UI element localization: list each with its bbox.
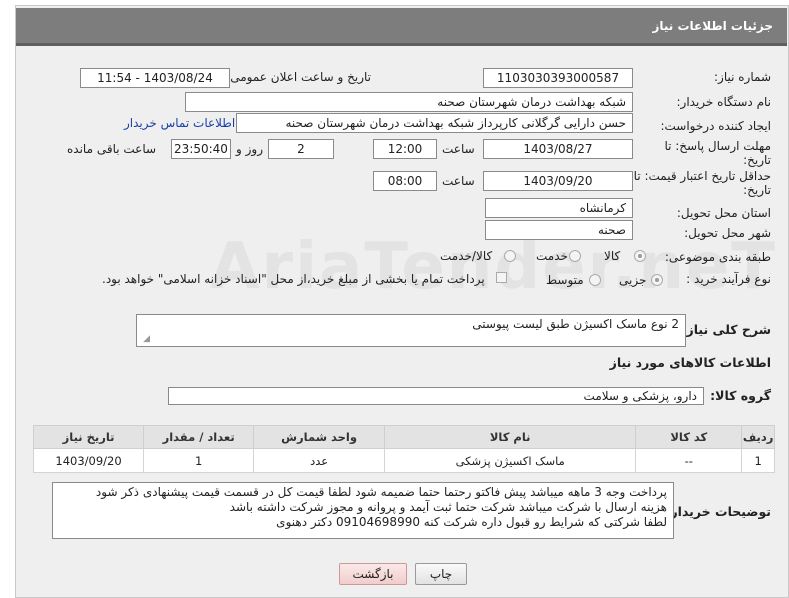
category-radio-goods[interactable] <box>634 250 646 262</box>
reply-deadline-label-2: تاریخ: <box>743 153 771 167</box>
price-validity-label: حداقل تاریخ اعتبار قیمت: تا <box>633 169 771 183</box>
purchase-radio-medium[interactable] <box>589 274 601 286</box>
category-option-both: کالا/خدمت <box>440 249 493 263</box>
buyer-notes-textarea[interactable]: پرداخت وجه 3 ماهه میباشد پیش فاکتو رحتما… <box>52 482 674 539</box>
goods-group-label: گروه کالا: <box>710 388 771 403</box>
purchase-option-medium: متوسط <box>546 273 584 287</box>
col-index: ردیف <box>741 425 775 449</box>
city-field: صحنه <box>485 220 633 240</box>
buyer-notes-line-1: پرداخت وجه 3 ماهه میباشد پیش فاکتو رحتما… <box>95 485 667 499</box>
col-code: کد کالا <box>635 425 743 449</box>
category-radio-both[interactable] <box>504 250 516 262</box>
treasury-payment-note: پرداخت تمام یا بخشی از مبلغ خرید،از محل … <box>102 272 485 286</box>
description-label: شرح کلی نیاز: <box>681 322 771 337</box>
announce-datetime-field: 1403/08/24 - 11:54 <box>80 68 230 88</box>
validity-time-field: 08:00 <box>373 171 437 191</box>
cell-unit: عدد <box>253 448 386 473</box>
buyer-org-label: نام دستگاه خریدار: <box>676 95 772 109</box>
cell-code: -- <box>635 448 743 473</box>
contact-buyer-link[interactable]: اطلاعات تماس خریدار <box>124 116 235 130</box>
reply-deadline-label: مهلت ارسال پاسخ: تا <box>664 139 771 153</box>
category-option-service: خدمت <box>536 249 568 263</box>
validity-time-label: ساعت <box>442 174 475 188</box>
requester-field: حسن دارایی گرگلانی کارپرداز شبکه بهداشت … <box>236 113 633 133</box>
category-radio-service[interactable] <box>569 250 581 262</box>
panel-header: جزئیات اطلاعات نیاز <box>16 8 787 46</box>
reply-time-label: ساعت <box>442 142 475 156</box>
validity-date-field: 1403/09/20 <box>483 171 633 191</box>
province-field: کرمانشاه <box>485 198 633 218</box>
reply-date-field: 1403/08/27 <box>483 139 633 159</box>
resize-grip-icon[interactable]: ◢ <box>140 334 150 344</box>
back-button[interactable]: بازگشت <box>339 563 407 585</box>
city-label: شهر محل تحویل: <box>684 226 771 240</box>
cell-date: 1403/09/20 <box>32 448 145 473</box>
announce-label: تاریخ و ساعت اعلان عمومی: <box>226 70 371 84</box>
col-name: نام کالا <box>384 425 637 449</box>
reply-time-field: 12:00 <box>373 139 437 159</box>
page-title: جزئیات اطلاعات نیاز <box>652 19 773 33</box>
need-number-field: 1103030393000587 <box>483 68 633 88</box>
price-validity-label-2: تاریخ: <box>743 183 771 197</box>
purchase-radio-minor[interactable] <box>651 274 663 286</box>
purchase-type-label: نوع فرآیند خرید : <box>686 272 771 286</box>
goods-group-field: دارو، پزشکی و سلامت <box>168 387 704 405</box>
purchase-option-minor: جزیی <box>619 273 647 287</box>
table-row: 1 -- ماسک اکسیژن پزشکی عدد 1 1403/09/20 <box>32 448 775 473</box>
description-textarea[interactable]: 2 نوع ماسک اکسیژن طبق لیست پیوستی ◢ <box>136 314 686 347</box>
cell-index: 1 <box>741 448 775 473</box>
need-number-label: شماره نیاز: <box>714 70 771 84</box>
col-qty: تعداد / مقدار <box>143 425 255 449</box>
col-unit: واحد شمارش <box>253 425 386 449</box>
watermark-logo: AriaTender.neT <box>210 230 777 304</box>
buyer-org-field: شبکه بهداشت درمان شهرستان صحنه <box>185 92 633 112</box>
days-label: روز و <box>236 142 263 156</box>
requester-label: ایجاد کننده درخواست: <box>660 119 771 133</box>
province-label: استان محل تحویل: <box>676 206 771 220</box>
remaining-days-field: 2 <box>268 139 334 159</box>
category-label: طبقه بندی موضوعی: <box>664 250 771 264</box>
buyer-notes-line-2: هزینه ارسال با شرکت میباشد شرکت حتما ثبت… <box>229 500 667 514</box>
remaining-label: ساعت باقی مانده <box>67 142 157 156</box>
buyer-notes-line-3: لطفا شرکتی که شرایط رو قبول داره شرکت کن… <box>276 515 667 529</box>
goods-table: ردیف کد کالا نام کالا واحد شمارش تعداد /… <box>32 425 775 473</box>
goods-section-title: اطلاعات کالاهای مورد نیاز <box>609 355 771 370</box>
buyer-notes-label: توضیحات خریدار: <box>665 504 771 519</box>
cell-qty: 1 <box>143 448 255 473</box>
remaining-time-field: 23:50:40 <box>171 139 231 159</box>
description-text: 2 نوع ماسک اکسیژن طبق لیست پیوستی <box>472 317 679 331</box>
goods-table-header: ردیف کد کالا نام کالا واحد شمارش تعداد /… <box>32 425 775 449</box>
treasury-payment-checkbox[interactable] <box>496 272 507 283</box>
print-button[interactable]: چاپ <box>415 563 467 585</box>
col-date: تاریخ نیاز <box>32 425 145 449</box>
cell-name: ماسک اکسیژن پزشکی <box>384 448 637 473</box>
category-option-goods: کالا <box>604 249 621 263</box>
